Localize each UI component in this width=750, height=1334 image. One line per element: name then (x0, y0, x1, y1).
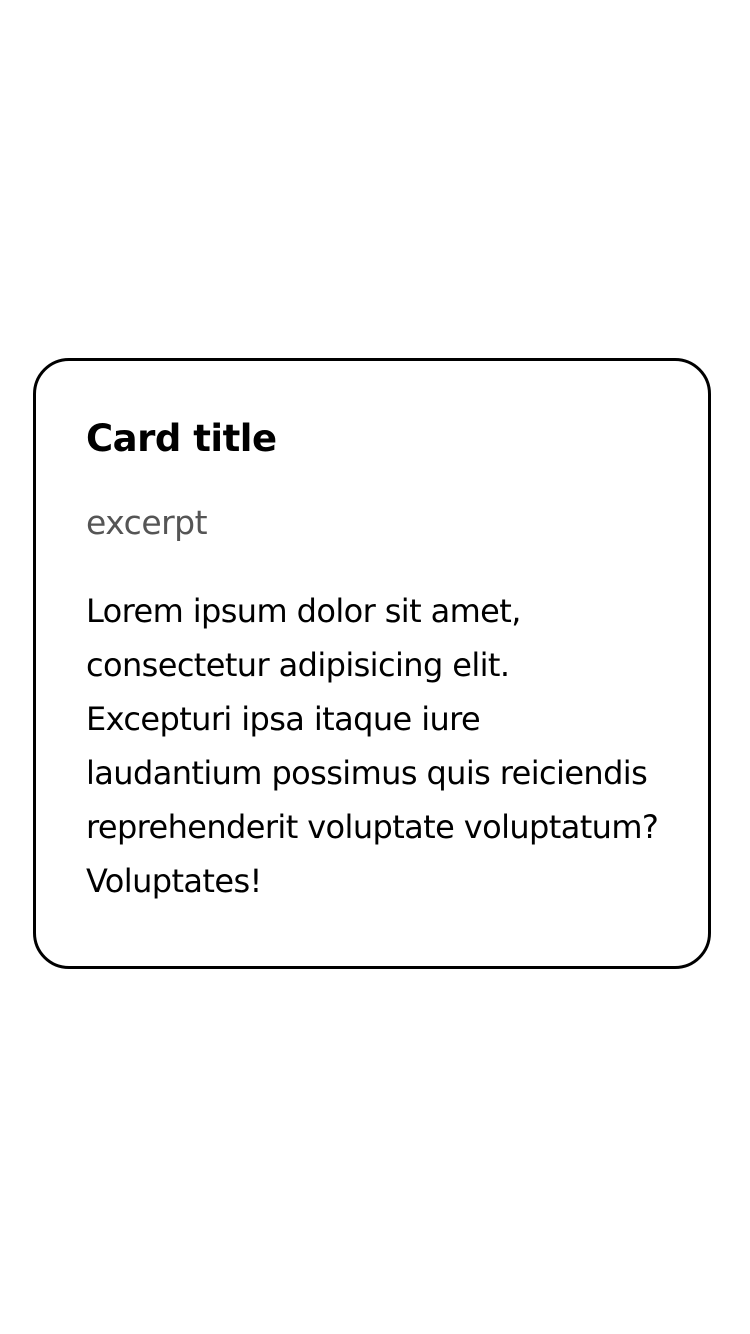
card-body-line: reprehenderit voluptate voluptatum? (86, 808, 659, 846)
card-body-line: consectetur adipisicing elit. (86, 646, 510, 684)
card: Card title excerpt Lorem ipsum dolor sit… (33, 358, 711, 969)
card-body-line: Lorem ipsum dolor sit amet, (86, 592, 521, 630)
card-body-line: laudantium possimus quis reiciendis (86, 754, 648, 792)
card-body-line: Voluptates! (86, 862, 262, 900)
screen: Card title excerpt Lorem ipsum dolor sit… (0, 0, 750, 1334)
card-body-text: Lorem ipsum dolor sit amet, consectetur … (86, 584, 686, 908)
card-body-line: Excepturi ipsa itaque iure (86, 700, 481, 738)
card-title: Card title (86, 417, 277, 460)
card-excerpt: excerpt (86, 503, 208, 542)
